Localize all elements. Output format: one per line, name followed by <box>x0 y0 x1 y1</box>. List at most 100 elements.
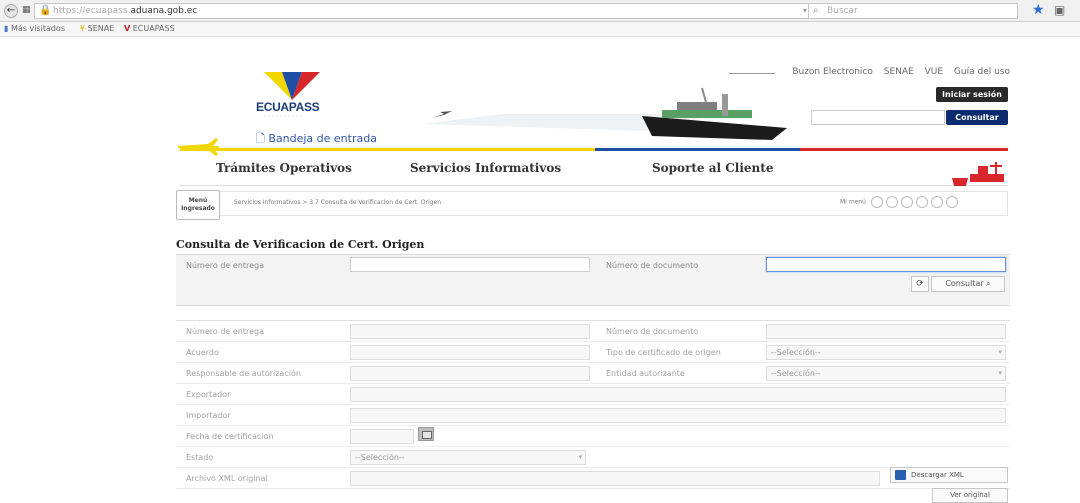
logo-tagline: · · · · · · · · · · <box>264 114 302 120</box>
my-menu: Mi menú <box>840 196 958 208</box>
header-search-input[interactable] <box>811 110 945 125</box>
original-xml-label: Archivo XML original <box>186 474 268 483</box>
row-numbers: Número de entrega Número de documento <box>176 322 1010 342</box>
home-tab[interactable]: Menú Ingresado <box>176 190 220 220</box>
search-placeholder: Buscar <box>827 6 858 16</box>
quick-slot-3[interactable] <box>900 196 913 208</box>
chevron-down-icon: ▾ <box>998 348 1002 356</box>
agreement-field <box>350 345 590 360</box>
certification-date-field <box>350 429 414 444</box>
row-certification-date: Fecha de certificacion <box>176 427 1010 447</box>
menu-soporte-cliente[interactable]: Soporte al Cliente <box>652 161 773 175</box>
result-delivery-field <box>350 324 590 339</box>
result-delivery-label: Número de entrega <box>186 327 265 336</box>
row-exporter: Exportador <box>176 385 1010 405</box>
browser-search-input[interactable]: ⌕ Buscar <box>808 3 1018 19</box>
delivery-number-input[interactable] <box>350 257 590 272</box>
original-xml-field <box>350 471 880 486</box>
download-xml-button[interactable]: Descargar XML <box>890 467 1008 483</box>
quick-slot-5[interactable] <box>930 196 943 208</box>
row-authorization: Responsable de autorización Entidad auto… <box>176 364 1010 384</box>
my-menu-label: Mi menú <box>840 198 866 206</box>
authorizing-entity-select[interactable]: --Selección-- ▾ <box>766 366 1006 381</box>
port-crane-icon <box>952 162 1004 186</box>
document-icon: 🗋 <box>256 132 265 145</box>
section-divider <box>176 320 1010 321</box>
menu-line-blue <box>595 148 800 151</box>
main-menu: Trámites Operativos Servicios Informativ… <box>180 148 1008 184</box>
link-vue[interactable]: VUE <box>925 67 943 77</box>
senae-icon: ¥ <box>80 24 86 33</box>
cargo-ship-banner <box>422 87 787 140</box>
library-icon[interactable]: ▣ <box>1054 3 1065 17</box>
bookmark-ecuapass[interactable]: V ECUAPASS <box>124 24 175 33</box>
row-status: Estado --Selección-- ▾ <box>176 448 1010 468</box>
search-icon: ⌕ <box>813 5 819 16</box>
menu-line-yellow <box>180 148 595 151</box>
top-divider <box>729 73 776 74</box>
url-field[interactable]: 🔒 https://ecuapass.aduana.gob.ec ▾ ↻ <box>34 3 854 19</box>
link-senae[interactable]: SENAE <box>884 67 914 77</box>
page-title: Consulta de Verificacion de Cert. Origen <box>176 238 425 251</box>
save-icon <box>895 470 906 480</box>
authorization-responsible-label: Responsable de autorización <box>186 369 301 378</box>
browser-toolbar: ← ▦ 🔒 https://ecuapass.aduana.gob.ec ▾ ↻… <box>0 0 1080 22</box>
bookmark-star-icon[interactable]: ★ <box>1032 2 1045 18</box>
quick-slot-2[interactable] <box>885 196 898 208</box>
exporter-field <box>350 387 1006 402</box>
row-agreement: Acuerdo Tipo de certificado de origen --… <box>176 343 1010 363</box>
quick-slot-4[interactable] <box>915 196 928 208</box>
folder-icon: ▮ <box>4 24 9 33</box>
top-links: Buzon Electronico SENAE VUE Guía del uso <box>721 67 1010 77</box>
certification-date-label: Fecha de certificacion <box>186 432 274 441</box>
result-document-label: Número de documento <box>606 327 699 336</box>
authorization-responsible-field <box>350 366 590 381</box>
menu-servicios-informativos[interactable]: Servicios Informativos <box>410 161 561 175</box>
menu-tramites-operativos[interactable]: Trámites Operativos <box>216 161 352 175</box>
ecuapass-icon: V <box>124 24 131 33</box>
login-button[interactable]: Iniciar sesión <box>936 87 1008 102</box>
refresh-icon: ⟳ <box>916 279 924 289</box>
certificate-type-select[interactable]: --Selección-- ▾ <box>766 345 1006 360</box>
chevron-down-icon: ▾ <box>578 453 582 461</box>
airplane-icon <box>178 138 219 156</box>
reset-button[interactable]: ⟳ <box>911 276 929 292</box>
calendar-icon[interactable] <box>418 427 434 441</box>
bookmarks-bar: ▮ Más visitados ¥ SENAE V ECUAPASS <box>0 22 1080 37</box>
search-button[interactable]: Consultar ⌕ <box>931 276 1005 292</box>
quick-slot-6[interactable] <box>945 196 958 208</box>
certificate-type-label: Tipo de certificado de origen <box>606 348 721 357</box>
quick-slot-1[interactable] <box>870 196 883 208</box>
search-panel: Número de entrega Número de documento <box>176 254 1010 306</box>
row-importer: Importador <box>176 406 1010 426</box>
view-original-button[interactable]: Ver original <box>932 488 1008 503</box>
result-document-field <box>766 324 1006 339</box>
back-icon[interactable]: ← <box>4 4 18 18</box>
authorizing-entity-label: Entidad autorizante <box>606 369 685 378</box>
menu-bottom-line <box>180 185 1008 186</box>
delivery-number-label: Número de entrega <box>186 261 265 270</box>
chevron-down-icon[interactable]: ▾ <box>803 6 807 15</box>
link-buzon[interactable]: Buzon Electronico <box>792 67 873 77</box>
header-consult-button[interactable]: Consultar <box>946 110 1008 125</box>
lock-icon: 🔒 <box>39 5 52 16</box>
ecuapass-logo[interactable]: ECUAPASS <box>256 100 320 114</box>
importer-label: Importador <box>186 411 231 420</box>
document-number-label: Número de documento <box>606 261 699 270</box>
search-icon: ⌕ <box>986 279 991 288</box>
importer-field <box>350 408 1006 423</box>
menu-line-red <box>800 148 1008 151</box>
status-select[interactable]: --Selección-- ▾ <box>350 450 586 465</box>
row-xml: Archivo XML original <box>176 469 1010 489</box>
bookmark-senae[interactable]: ¥ SENAE <box>80 24 114 33</box>
breadcrumb: Servicios Informativos > 3.7 Consulta de… <box>234 199 441 206</box>
agreement-label: Acuerdo <box>186 348 219 357</box>
bookmark-most-visited[interactable]: ▮ Más visitados <box>4 24 65 33</box>
document-number-input[interactable] <box>766 257 1006 272</box>
inbox-link[interactable]: 🗋 Bandeja de entrada <box>256 130 377 149</box>
history-menu-icon[interactable]: ▦ <box>22 5 31 15</box>
chevron-down-icon: ▾ <box>998 369 1002 377</box>
url-text: https://ecuapass.aduana.gob.ec <box>53 6 198 16</box>
status-label: Estado <box>186 453 214 462</box>
link-guia[interactable]: Guía del uso <box>954 67 1010 77</box>
